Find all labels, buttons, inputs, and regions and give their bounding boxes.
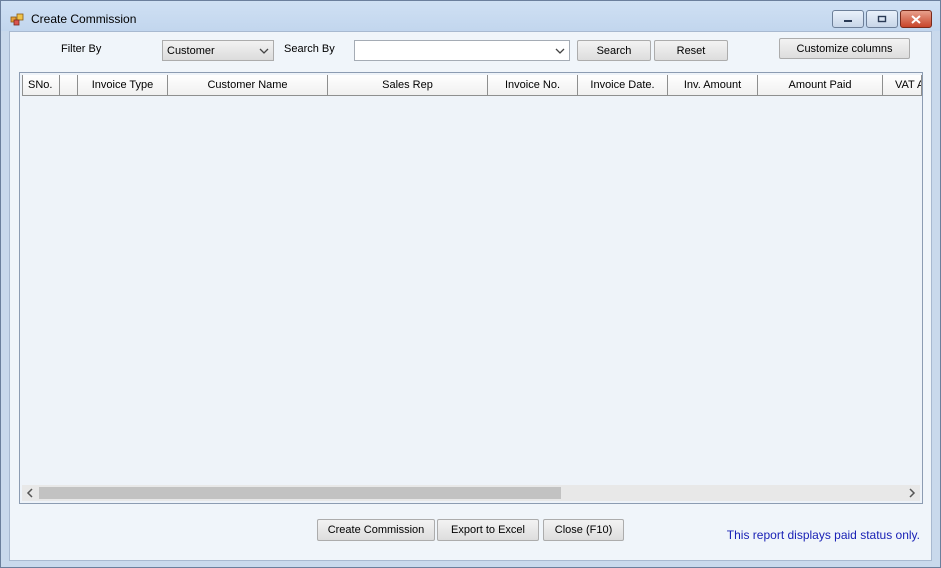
- title-bar[interactable]: Create Commission: [1, 1, 940, 31]
- status-note: This report displays paid status only.: [726, 528, 920, 542]
- create-commission-button[interactable]: Create Commission: [317, 519, 435, 541]
- horizontal-scrollbar[interactable]: [22, 485, 920, 501]
- minimize-button[interactable]: [832, 10, 864, 28]
- col-sno[interactable]: SNo.: [22, 75, 60, 96]
- customize-columns-button[interactable]: Customize columns: [779, 38, 910, 59]
- minimize-icon: [844, 20, 852, 22]
- col-sales-rep[interactable]: Sales Rep: [328, 75, 488, 96]
- col-inv-amount[interactable]: Inv. Amount: [668, 75, 758, 96]
- scroll-right-icon[interactable]: [907, 488, 917, 498]
- col-customer-name[interactable]: Customer Name: [168, 75, 328, 96]
- search-by-input[interactable]: [354, 40, 570, 61]
- commission-grid[interactable]: SNo. Invoice Type Customer Name Sales Re…: [19, 72, 923, 504]
- caption-buttons: [832, 10, 932, 28]
- chevron-down-icon: [259, 48, 269, 54]
- col-invoice-no[interactable]: Invoice No.: [488, 75, 578, 96]
- col-invoice-date[interactable]: Invoice Date.: [578, 75, 668, 96]
- close-icon: [911, 14, 921, 24]
- restore-icon: [877, 15, 887, 23]
- search-button[interactable]: Search: [577, 40, 651, 61]
- window-title: Create Commission: [31, 12, 137, 26]
- app-icon: [10, 13, 24, 26]
- chevron-down-icon: [555, 48, 565, 54]
- col-blank[interactable]: [60, 75, 78, 96]
- scrollbar-thumb[interactable]: [39, 487, 561, 499]
- close-window-button[interactable]: [900, 10, 932, 28]
- search-by-label: Search By: [284, 43, 335, 55]
- col-vat[interactable]: VAT A: [883, 75, 922, 96]
- filter-by-dropdown[interactable]: Customer: [162, 40, 274, 61]
- grid-header: SNo. Invoice Type Customer Name Sales Re…: [22, 75, 922, 96]
- client-area: Filter By Customer Search By Search Rese…: [9, 31, 932, 561]
- window: Create Commission Filter By Customer Sea…: [0, 0, 941, 568]
- filter-by-value: Customer: [167, 45, 215, 57]
- col-amount-paid[interactable]: Amount Paid: [758, 75, 883, 96]
- reset-button[interactable]: Reset: [654, 40, 728, 61]
- close-button[interactable]: Close (F10): [543, 519, 624, 541]
- scroll-left-icon[interactable]: [25, 488, 35, 498]
- col-invoice-type[interactable]: Invoice Type: [78, 75, 168, 96]
- export-excel-button[interactable]: Export to Excel: [437, 519, 539, 541]
- filter-by-label: Filter By: [61, 43, 102, 55]
- restore-button[interactable]: [866, 10, 898, 28]
